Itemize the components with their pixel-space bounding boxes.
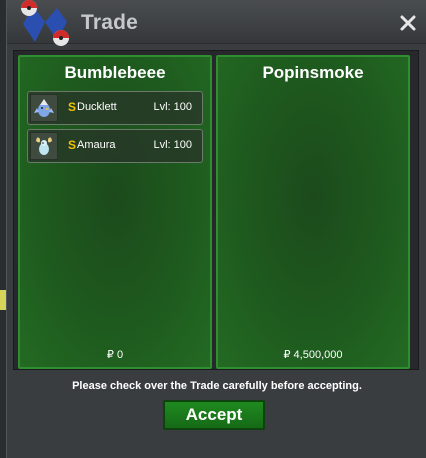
accept-button[interactable]: Accept: [163, 400, 265, 430]
ducklett-sprite-icon: [30, 94, 58, 122]
item-name: Amaura: [77, 139, 116, 151]
trade-notice: Please check over the Trade carefully be…: [72, 380, 362, 392]
right-money: ₽ 4,500,000: [283, 349, 343, 361]
trade-item[interactable]: S Amaura Lvl: 100: [27, 129, 203, 163]
item-level: Lvl: 100: [153, 101, 192, 113]
right-trade-panel: Popinsmoke ₽ 4,500,000: [216, 55, 410, 369]
close-button[interactable]: [399, 14, 417, 32]
window-title: Trade: [81, 11, 139, 34]
trade-item[interactable]: S Ducklett Lvl: 100: [27, 91, 203, 125]
trade-panels: Bumblebeee S Ducklett Lvl: 100 S Amaura …: [13, 50, 419, 370]
left-money: ₽ 0: [106, 349, 124, 361]
item-name: Ducklett: [77, 101, 117, 113]
coin-icon: S: [68, 138, 77, 152]
trade-window: Trade Bumblebeee S Ducklett Lvl: 100 S A…: [6, 0, 426, 458]
coin-icon: S: [68, 100, 77, 114]
amaura-sprite-icon: [30, 132, 58, 160]
right-player-name: Popinsmoke: [262, 63, 364, 82]
left-trade-panel: Bumblebeee S Ducklett Lvl: 100 S Amaura …: [18, 55, 212, 369]
pokeball-logo-icon: [21, 0, 69, 46]
close-icon: [400, 15, 416, 31]
left-player-name: Bumblebeee: [64, 63, 166, 82]
window-bottom-bar: [7, 440, 426, 458]
item-level: Lvl: 100: [153, 139, 192, 151]
